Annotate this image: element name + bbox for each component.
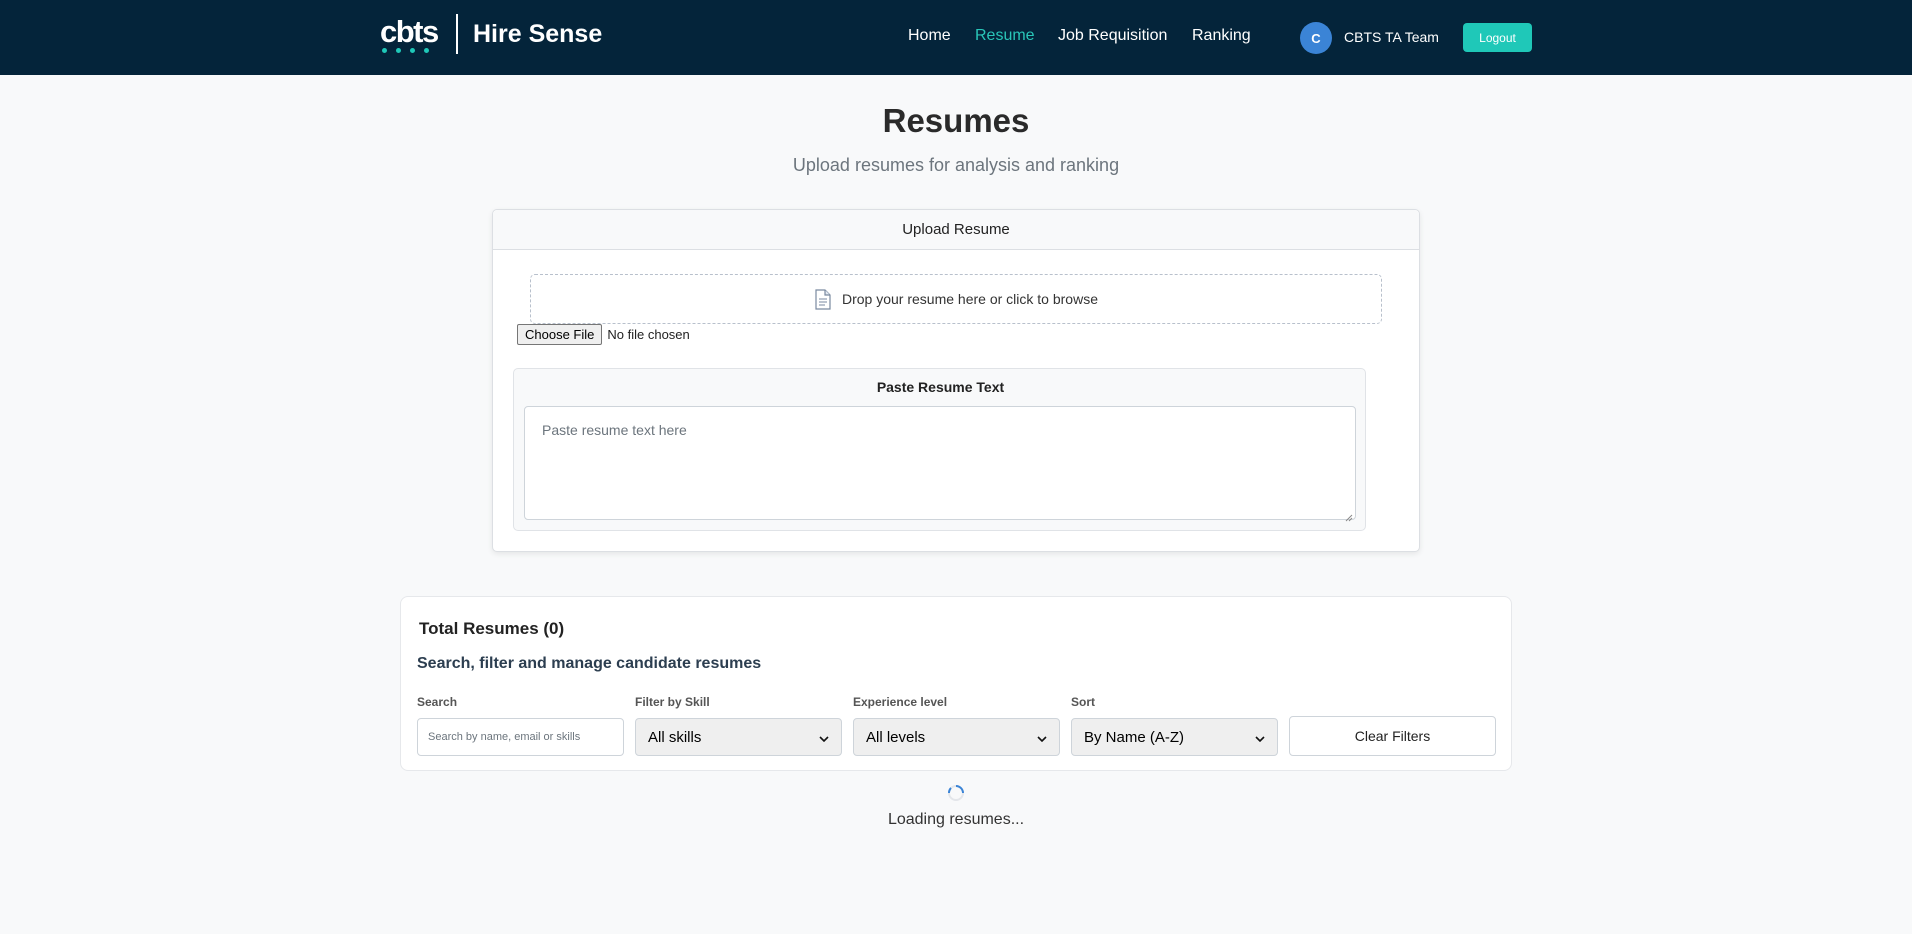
file-input: Choose File No file chosen [517,324,690,345]
total-resumes-title: Total Resumes (0) [419,619,565,638]
loading-text: Loading resumes... [887,811,1025,828]
sort-select[interactable]: By Name (A-Z) [1071,718,1278,756]
page-title: Resumes [882,102,1030,139]
resize-grip-icon[interactable] [1345,509,1353,522]
skill-filter-value: All skills [648,728,702,746]
sort-value: By Name (A-Z) [1084,728,1185,746]
brand[interactable]: cbts Hire Sense [380,12,602,56]
search-placeholder: Search by name, email or skills [428,731,581,743]
upload-card-header: Upload Resume [493,210,1419,250]
navbar: cbts Hire Sense Home Resume Job Requisit… [0,0,1912,75]
nav-job-requisition[interactable]: Job Requisition [1058,27,1167,45]
loading-spinner-icon [947,784,965,802]
paste-title: Paste Resume Text [876,379,1005,395]
page-subtitle: Upload resumes for analysis and ranking [792,155,1120,175]
sort-label: Sort [1071,695,1095,709]
skill-filter-label: Filter by Skill [635,695,710,709]
paste-placeholder: Paste resume text here [542,422,687,438]
logout-button[interactable]: Logout [1463,23,1532,52]
chevron-down-icon [819,729,829,746]
choose-file-button[interactable]: Choose File [517,324,603,345]
app-title: Hire Sense [473,19,603,48]
document-icon [814,288,832,310]
logo-dots [382,48,429,53]
logo-text: cbts [380,14,439,49]
paste-resume-textarea[interactable]: Paste resume text here [524,406,1356,522]
avatar[interactable]: C [1300,22,1332,54]
brand-divider [456,14,458,54]
experience-filter-label: Experience level [853,695,948,709]
resume-dropzone[interactable]: Drop your resume here or click to browse [530,274,1382,324]
chevron-down-icon [1255,729,1265,746]
upload-card: Upload Resume Drop your resume here or c… [492,209,1420,552]
cbts-logo: cbts [380,12,439,56]
paste-resume-panel: Paste Resume Text Paste resume text here [513,368,1366,531]
search-label: Search [417,695,458,709]
experience-filter-value: All levels [866,728,926,746]
dropzone-text: Drop your resume here or click to browse [842,291,1098,307]
chevron-down-icon [1037,729,1047,746]
nav-home[interactable]: Home [908,27,951,45]
skill-filter-select[interactable]: All skills [635,718,842,756]
resumes-card: Total Resumes (0) Search, filter and man… [400,596,1512,771]
nav-resume[interactable]: Resume [975,27,1035,45]
file-status: No file chosen [607,327,690,342]
user-name: CBTS TA Team [1344,29,1439,45]
manage-title: Search, filter and manage candidate resu… [417,655,762,672]
search-input[interactable]: Search by name, email or skills [417,718,624,756]
experience-filter-select[interactable]: All levels [853,718,1060,756]
nav-ranking[interactable]: Ranking [1192,27,1251,45]
clear-filters-button[interactable]: Clear Filters [1289,716,1496,756]
